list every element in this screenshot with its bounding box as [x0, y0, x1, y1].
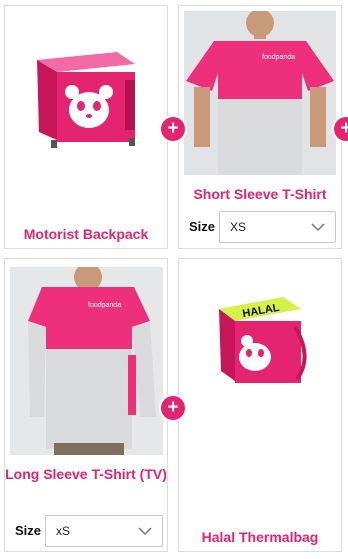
product-title[interactable]: Halal Thermalbag [179, 527, 341, 547]
svg-text:foodpanda: foodpanda [262, 54, 295, 61]
plus-icon[interactable]: + [161, 117, 185, 141]
product-card-long-sleeve-tshirt[interactable]: foodpanda Long Sleeve T-Shirt (TV) Size … [4, 258, 168, 552]
svg-text:foodpanda: foodpanda [88, 302, 121, 309]
product-title[interactable]: Long Sleeve T-Shirt (TV) [5, 464, 167, 484]
size-label: Size [189, 219, 216, 234]
size-select-value: XS [230, 220, 247, 234]
size-row: Size xS [5, 515, 167, 547]
product-card-short-sleeve-tshirt[interactable]: foodpanda Short Sleeve T-Shirt Size XS [178, 5, 342, 249]
product-card-motorist-backpack[interactable]: Motorist Backpack [4, 5, 168, 249]
size-select[interactable]: xS [45, 515, 163, 547]
product-card-halal-thermalbag[interactable]: HALAL Halal Thermalbag [178, 258, 342, 552]
product-title[interactable]: Short Sleeve T-Shirt [179, 184, 341, 204]
motorist-backpack-image[interactable] [25, 40, 149, 152]
size-row: Size XS [179, 211, 341, 243]
short-sleeve-tshirt-image[interactable]: foodpanda [184, 11, 336, 175]
long-sleeve-tshirt-image[interactable]: foodpanda [10, 267, 163, 455]
size-select[interactable]: XS [219, 211, 336, 243]
chevron-down-icon [311, 223, 325, 232]
size-label: Size [15, 523, 42, 538]
chevron-down-icon [138, 527, 152, 536]
size-select-value: xS [56, 524, 71, 538]
plus-icon[interactable]: + [161, 396, 185, 420]
product-title[interactable]: Motorist Backpack [5, 224, 167, 244]
halal-thermalbag-image[interactable]: HALAL [209, 287, 309, 391]
